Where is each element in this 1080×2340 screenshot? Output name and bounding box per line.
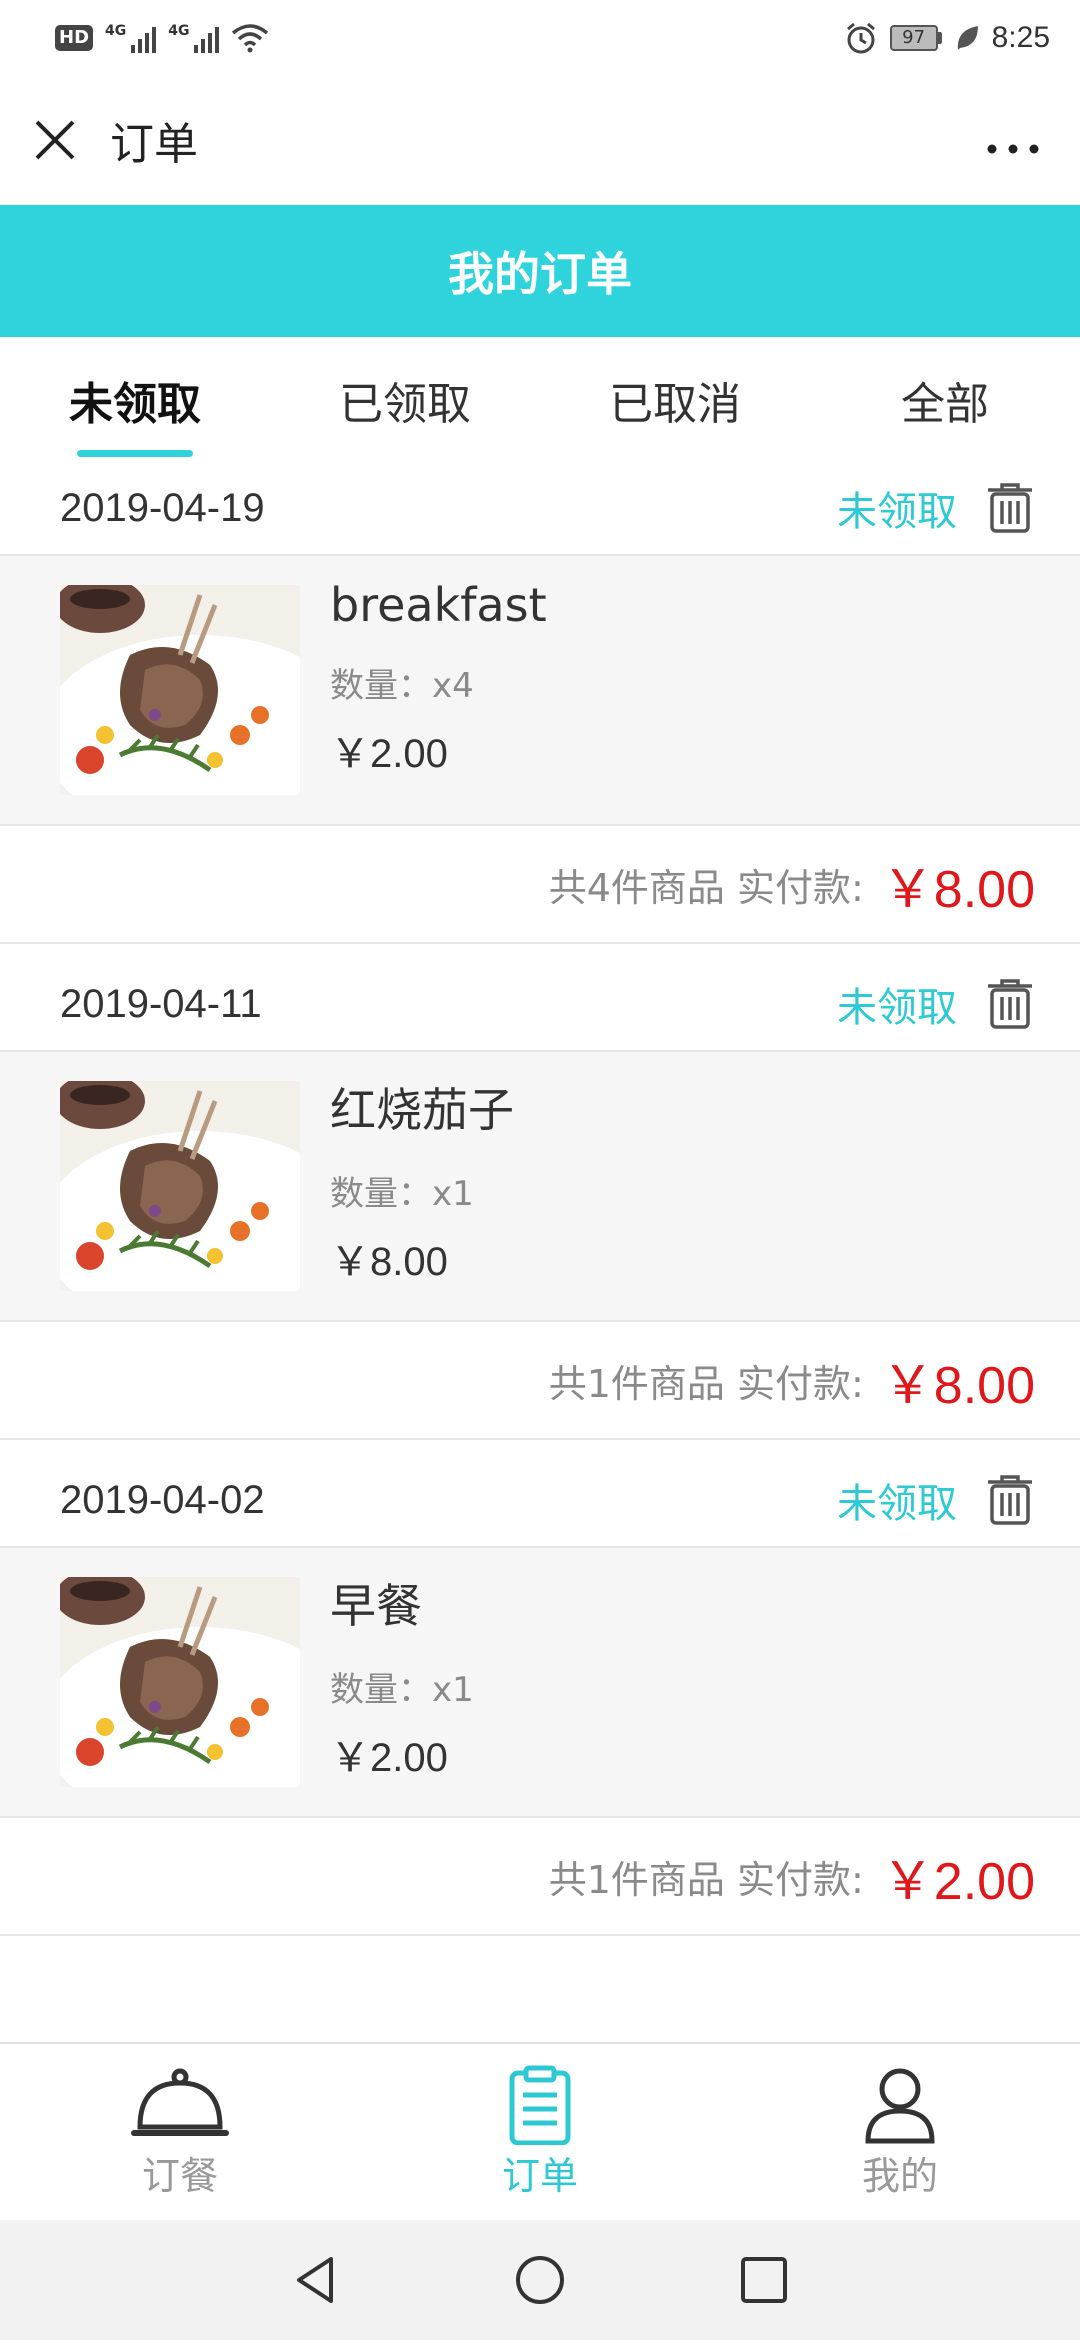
- more-icon: [987, 144, 1039, 153]
- order-footer: 共1件商品 实付款: ￥8.00: [0, 1322, 1080, 1440]
- system-nav-bar: [0, 2220, 1080, 2340]
- item-name: 早餐: [330, 1579, 422, 1633]
- order-summary: 共1件商品 实付款:: [548, 1361, 864, 1406]
- order-header: 2019-04-02 未领取: [0, 1454, 1080, 1548]
- item-price: ￥2.00: [330, 732, 448, 776]
- nav-label: 订单: [501, 2153, 578, 2198]
- order-footer: 共1件商品 实付款: ￥2.00: [0, 1818, 1080, 1936]
- order-divider: [0, 944, 1080, 958]
- order-footer: 共4件商品 实付款: ￥8.00: [0, 826, 1080, 944]
- order-tabs: 未领取 已领取 已取消 全部: [0, 337, 1080, 462]
- order-item[interactable]: 早餐 数量：x1 ￥2.00: [0, 1548, 1080, 1818]
- item-name: 红烧茄子: [330, 1083, 514, 1137]
- hd-badge: HD: [55, 24, 94, 51]
- more-button[interactable]: [976, 115, 1050, 166]
- recents-icon[interactable]: [737, 2253, 791, 2307]
- cloche-icon: [131, 2068, 229, 2136]
- window-title: 订单: [110, 119, 198, 170]
- page-title: 我的订单: [448, 247, 632, 301]
- order-total: ￥8.00: [881, 1356, 1035, 1415]
- nav-item-orders[interactable]: 订单: [360, 2044, 720, 2220]
- signal-icon: 4G: [168, 22, 220, 53]
- order-date: 2019-04-02: [60, 1477, 265, 1522]
- alarm-icon: [846, 22, 875, 53]
- tab-all[interactable]: 全部: [810, 337, 1080, 462]
- item-info: 早餐 数量：x1 ￥2.00: [330, 1548, 474, 1816]
- nav-label: 订餐: [141, 2153, 218, 2198]
- order-divider: [0, 1440, 1080, 1454]
- tab-unclaimed[interactable]: 未领取: [0, 337, 270, 462]
- close-icon: [35, 120, 75, 160]
- item-quantity: 数量：x1: [330, 1174, 474, 1214]
- order-status: 未领取: [837, 985, 957, 1031]
- nav-label: 我的: [861, 2153, 938, 2198]
- bottom-nav: 订餐 订单 我的: [0, 2042, 1080, 2220]
- nav-item-order-food[interactable]: 订餐: [0, 2044, 360, 2220]
- network-type-label: 4G: [105, 22, 127, 39]
- item-info: breakfast 数量：x4 ￥2.00: [330, 556, 547, 824]
- network-type-label: 4G: [168, 22, 190, 39]
- tab-cancelled[interactable]: 已取消: [540, 337, 810, 462]
- order-status: 未领取: [837, 1481, 957, 1527]
- order-summary: 共4件商品 实付款:: [548, 865, 864, 910]
- wifi-icon: [232, 23, 269, 52]
- close-button[interactable]: [30, 115, 80, 165]
- status-bar: HD 4G 4G 97 8:25: [0, 0, 1080, 75]
- user-icon: [865, 2068, 935, 2143]
- food-thumbnail: [60, 1081, 300, 1291]
- order-total: ￥2.00: [881, 1852, 1035, 1911]
- order-date: 2019-04-11: [60, 981, 262, 1026]
- food-thumbnail: [60, 585, 300, 795]
- order-date: 2019-04-19: [60, 485, 265, 530]
- status-left: HD 4G 4G: [55, 23, 269, 53]
- food-thumbnail: [60, 1577, 300, 1787]
- order-card: 2019-04-11 未领取 红烧茄子 数量：x1 ￥8.00 共1件商品 实付…: [0, 958, 1080, 1440]
- item-quantity: 数量：x1: [330, 1670, 474, 1710]
- page-header: 我的订单: [0, 205, 1080, 337]
- battery-icon: 97: [889, 24, 942, 51]
- trash-icon[interactable]: [985, 482, 1035, 534]
- order-card: 2019-04-19 未领取 breakfast 数量：x4 ￥2.00 共4件…: [0, 462, 1080, 944]
- item-name: breakfast: [330, 578, 547, 632]
- item-price: ￥8.00: [330, 1240, 448, 1284]
- order-status: 未领取: [837, 489, 957, 535]
- item-info: 红烧茄子 数量：x1 ￥8.00: [330, 1052, 514, 1320]
- clipboard-icon: [509, 2065, 571, 2145]
- orders-list[interactable]: 2019-04-19 未领取 breakfast 数量：x4 ￥2.00 共4件…: [0, 462, 1080, 2042]
- order-item[interactable]: 红烧茄子 数量：x1 ￥8.00: [0, 1052, 1080, 1322]
- back-icon[interactable]: [289, 2253, 343, 2307]
- signal-icon: 4G: [105, 22, 157, 53]
- home-icon[interactable]: [513, 2253, 567, 2307]
- title-bar: 订单: [0, 75, 1080, 205]
- leaf-icon: [957, 25, 978, 50]
- order-header: 2019-04-19 未领取: [0, 462, 1080, 556]
- trash-icon[interactable]: [985, 978, 1035, 1030]
- order-item[interactable]: breakfast 数量：x4 ￥2.00: [0, 556, 1080, 826]
- battery-level: 97: [889, 24, 938, 51]
- nav-item-mine[interactable]: 我的: [720, 2044, 1080, 2220]
- clock: 8:25: [991, 20, 1050, 54]
- order-summary: 共1件商品 实付款:: [548, 1857, 864, 1902]
- status-right: 97 8:25: [844, 21, 1050, 55]
- item-quantity: 数量：x4: [330, 666, 474, 706]
- order-total: ￥8.00: [881, 860, 1035, 919]
- trash-icon[interactable]: [985, 1474, 1035, 1526]
- item-price: ￥2.00: [330, 1736, 448, 1780]
- tab-claimed[interactable]: 已领取: [270, 337, 540, 462]
- order-card: 2019-04-02 未领取 早餐 数量：x1 ￥2.00 共1件商品 实付款:…: [0, 1454, 1080, 1936]
- order-header: 2019-04-11 未领取: [0, 958, 1080, 1052]
